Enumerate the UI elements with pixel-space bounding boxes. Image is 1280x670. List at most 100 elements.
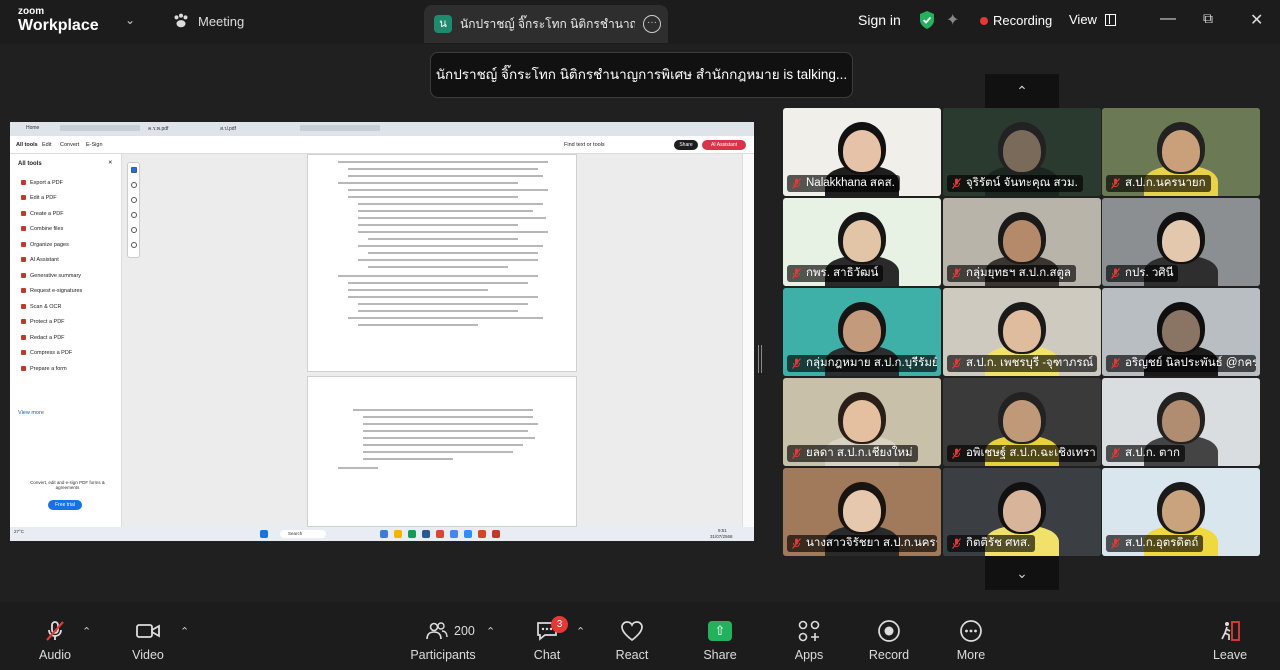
tab-pdf-1[interactable]: ค.ร.พ.pdf	[148, 125, 168, 133]
more-options-icon[interactable]: ···	[643, 15, 661, 33]
tab-doc-1[interactable]	[60, 125, 140, 131]
participant-tile[interactable]: อริญชย์ นิลประพันธ์ @กคร.	[1102, 288, 1260, 376]
tool-item[interactable]: Compress a PDF	[21, 350, 72, 356]
close-button[interactable]: ✕	[1250, 10, 1263, 30]
tool-item[interactable]: Create a PDF	[21, 211, 64, 217]
draw-tool-icon[interactable]	[131, 212, 137, 218]
minimize-button[interactable]: —	[1160, 10, 1176, 28]
gallery-prev-button[interactable]: ⌃	[985, 74, 1059, 108]
participant-tile[interactable]: ส.ป.ก.นครนายก	[1102, 108, 1260, 196]
tab-doc-2[interactable]	[300, 125, 380, 131]
participant-tile[interactable]: ส.ป.ก.อุตรดิตถ์	[1102, 468, 1260, 556]
menu-edit[interactable]: Edit	[42, 142, 51, 148]
video-options-chevron-icon[interactable]: ⌃	[180, 625, 189, 638]
tool-item[interactable]: Generative summary	[21, 273, 81, 279]
text-tool-icon[interactable]	[131, 227, 137, 233]
tool-item[interactable]: Export a PDF	[21, 180, 63, 186]
shared-screen[interactable]: Home ค.ร.พ.pdf ส.ป.pdf All tools Edit Co…	[10, 122, 754, 541]
taskbar-app-icon[interactable]	[492, 530, 500, 538]
taskbar-app-icon[interactable]	[436, 530, 444, 538]
tool-item[interactable]: Prepare a form	[21, 366, 67, 372]
participant-tile[interactable]: จุริรัตน์ จันทะคุณ สวม.	[943, 108, 1101, 196]
participant-name: กลุ่มยุทธฯ ส.ป.ก.สตูล	[966, 267, 1071, 279]
sign-in-button[interactable]: Sign in	[858, 12, 901, 28]
video-button[interactable]: Video	[108, 618, 188, 662]
tab-pdf-2[interactable]: ส.ป.pdf	[220, 125, 236, 133]
tool-item[interactable]: Edit a PDF	[21, 195, 57, 201]
taskbar-app-icon[interactable]	[422, 530, 430, 538]
menu-all-tools[interactable]: All tools	[16, 142, 38, 148]
weather-widget[interactable]: 27°C	[14, 529, 24, 534]
participant-tile[interactable]: นางสาวจิรัชยา ส.ป.ก.นครร...	[783, 468, 941, 556]
gallery-next-button[interactable]: ⌄	[985, 556, 1059, 590]
taskbar-app-icon[interactable]	[478, 530, 486, 538]
more-button[interactable]: More	[931, 618, 1011, 662]
participants-options-chevron-icon[interactable]: ⌃	[486, 625, 495, 638]
participant-tile[interactable]: ส.ป.ก. ตาก	[1102, 378, 1260, 466]
menu-esign[interactable]: E-Sign	[86, 142, 103, 148]
menu-convert[interactable]: Convert	[60, 142, 79, 148]
participant-name: นางสาวจิรัชยา ส.ป.ก.นครร...	[806, 537, 937, 549]
chat-options-chevron-icon[interactable]: ⌃	[576, 625, 585, 638]
view-button[interactable]: View	[1069, 12, 1116, 27]
tool-item[interactable]: Scan & OCR	[21, 304, 61, 310]
comment-tool-icon[interactable]	[131, 182, 137, 188]
taskbar-app-icon[interactable]	[464, 530, 472, 538]
participant-tile[interactable]: กิตติรัช ศทส.	[943, 468, 1101, 556]
participant-tile[interactable]: กลุ่มกฎหมาย ส.ป.ก.บุรีรัมย์	[783, 288, 941, 376]
taskbar-app-icon[interactable]	[380, 530, 388, 538]
record-button[interactable]: Record	[849, 618, 929, 662]
taskbar-app-icon[interactable]	[408, 530, 416, 538]
zoom-logo[interactable]: zoom Workplace	[18, 7, 99, 34]
ai-companion-icon[interactable]: ✦	[946, 10, 959, 30]
taskbar-app-icon[interactable]	[450, 530, 458, 538]
acrobat-share-button[interactable]: Share	[674, 140, 698, 150]
participant-tile[interactable]: กลุ่มยุทธฯ ส.ป.ก.สตูล	[943, 198, 1101, 286]
participant-face	[843, 220, 881, 262]
tool-item[interactable]: Request e-signatures	[21, 288, 82, 294]
participant-tile[interactable]: อพิเชษฐ์ ส.ป.ก.ฉะเชิงเทรา	[943, 378, 1101, 466]
tool-item[interactable]: Protect a PDF	[21, 319, 65, 325]
close-icon[interactable]: ✕	[108, 160, 113, 166]
taskbar-app-icon[interactable]	[394, 530, 402, 538]
shield-check-icon[interactable]	[918, 10, 936, 30]
participant-tile[interactable]: กปร. วศินี	[1102, 198, 1260, 286]
view-more-link[interactable]: View more	[18, 410, 44, 416]
find-field[interactable]: Find text or tools	[564, 142, 605, 148]
resize-handle[interactable]	[758, 345, 762, 373]
pdf-document-area[interactable]	[122, 154, 742, 527]
chat-unread-badge: 3	[551, 616, 568, 633]
tab-meeting[interactable]: Meeting	[172, 12, 244, 30]
participant-tile[interactable]: ส.ป.ก. เพชรบุรี -จุฑาภรณ์	[943, 288, 1101, 376]
participant-face	[1162, 490, 1200, 532]
select-tool-icon[interactable]	[131, 167, 137, 173]
participant-tile[interactable]: ยลดา ส.ป.ก.เชียงใหม่	[783, 378, 941, 466]
video-label: Video	[132, 648, 164, 662]
maximize-button[interactable]: ⧉	[1203, 10, 1213, 27]
acrobat-ai-button[interactable]: AI Assistant	[702, 140, 746, 150]
tool-item[interactable]: AI Assistant	[21, 257, 59, 263]
taskbar-search[interactable]: Search	[280, 530, 326, 538]
tab-active-speaker[interactable]: น นักปราชญ์ จิ๊กระโทก นิติกรชำนาญการ ···	[424, 5, 668, 43]
tab-home[interactable]: Home	[26, 125, 39, 131]
chat-button[interactable]: Chat	[507, 618, 587, 662]
tool-item[interactable]: Combine files	[21, 226, 63, 232]
participant-tile[interactable]: Nalakkhana สคส.	[783, 108, 941, 196]
windows-start-icon[interactable]	[260, 530, 268, 538]
react-button[interactable]: React	[592, 618, 672, 662]
stamp-tool-icon[interactable]	[131, 242, 137, 248]
apps-button[interactable]: Apps	[769, 618, 849, 662]
record-icon	[849, 618, 929, 644]
tool-item[interactable]: Organize pages	[21, 242, 69, 248]
tool-item[interactable]: Redact a PDF	[21, 335, 65, 341]
highlight-tool-icon[interactable]	[131, 197, 137, 203]
recording-indicator[interactable]: Recording	[980, 13, 1052, 28]
share-screen-button[interactable]: ⇧ Share	[680, 618, 760, 662]
participant-tile[interactable]: กพร. สาธิวัฒน์	[783, 198, 941, 286]
leave-button[interactable]: Leave	[1190, 618, 1270, 662]
speaker-name: นักปราชญ์ จิ๊กระโทก นิติกรชำนาญการ	[460, 16, 635, 31]
chevron-down-icon[interactable]: ⌄	[125, 13, 135, 27]
audio-options-chevron-icon[interactable]: ⌃	[82, 625, 91, 638]
taskbar-time: 9:51	[718, 528, 727, 533]
free-trial-button[interactable]: Free trial	[48, 500, 82, 510]
